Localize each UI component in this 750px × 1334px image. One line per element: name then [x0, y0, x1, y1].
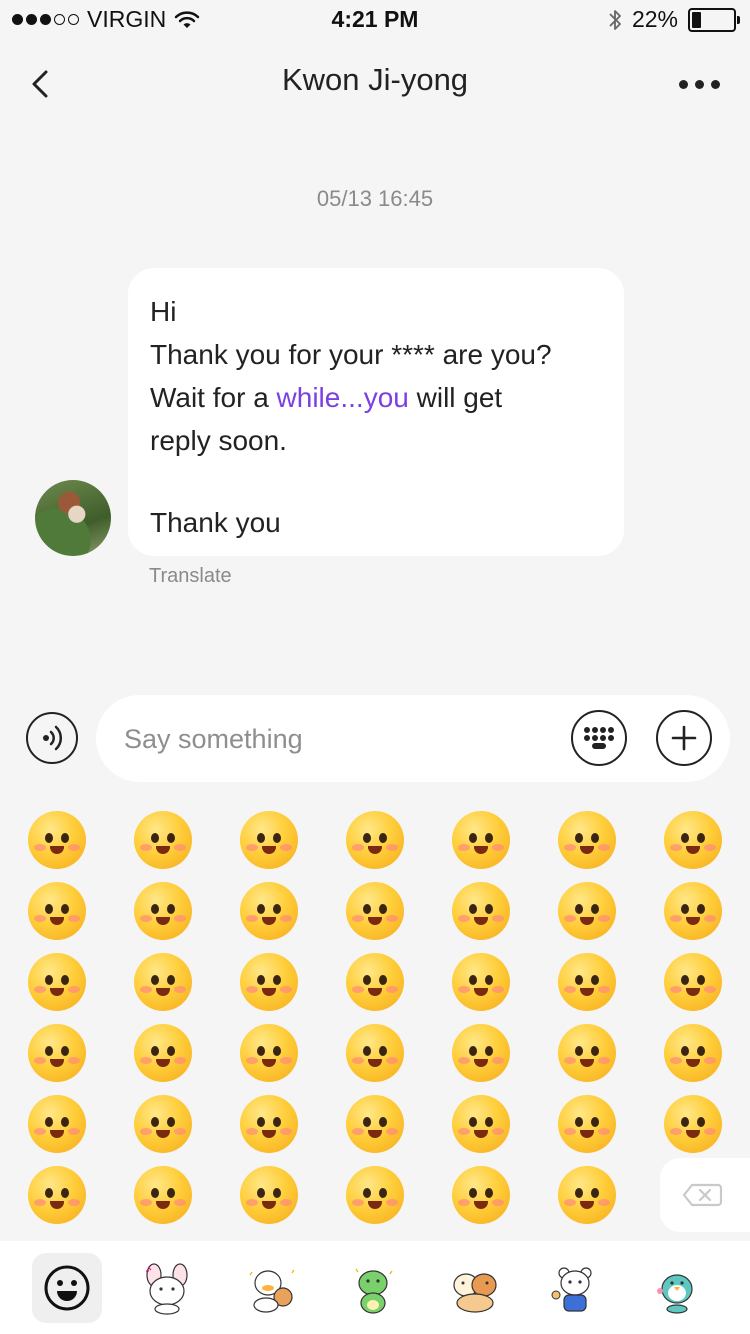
relieved-emoji-icon[interactable]	[134, 953, 192, 1011]
tab-dinosaur-stickers[interactable]	[338, 1253, 408, 1323]
bird-sticker-icon	[657, 1274, 693, 1314]
laughing-emoji-icon[interactable]	[28, 811, 86, 869]
navigation-bar: Kwon Ji-yong	[0, 40, 750, 128]
battery-percent: 22%	[631, 6, 678, 32]
sad-tear-emoji-icon[interactable]	[346, 811, 404, 869]
teary-emoji-icon[interactable]	[452, 811, 510, 869]
smiling-emoji-icon[interactable]	[452, 1166, 510, 1224]
winking-emoji-icon[interactable]	[28, 1024, 86, 1082]
contact-avatar[interactable]	[35, 480, 111, 556]
message-timestamp: 05/13 16:45	[316, 186, 434, 211]
annoyed-emoji-icon[interactable]	[664, 882, 722, 940]
chat-title: Kwon Ji-yong	[281, 62, 469, 97]
backspace-icon	[682, 1183, 723, 1207]
pleading-emoji-icon[interactable]	[558, 811, 616, 869]
laughing-emoji-icon[interactable]	[452, 953, 510, 1011]
message-line: Thank you for your **** are you?	[150, 339, 552, 370]
message-line: Thank you	[150, 507, 281, 538]
winking-emoji-icon[interactable]	[134, 1166, 192, 1224]
blushing-emoji-icon[interactable]	[452, 882, 510, 940]
tab-bird-stickers[interactable]	[642, 1253, 712, 1323]
bear-sticker-icon	[551, 1267, 592, 1312]
smiley-icon	[44, 1265, 90, 1311]
puppy-sticker-icon	[453, 1273, 497, 1313]
message-line: Wait for a while...you will get	[150, 382, 503, 413]
plus-icon	[671, 725, 697, 751]
heart-eyes-emoji-icon[interactable]	[240, 1024, 298, 1082]
delete-button[interactable]	[660, 1158, 750, 1232]
heart-eyes-emoji-icon[interactable]	[346, 882, 404, 940]
sad-tear-emoji-icon[interactable]	[28, 1095, 86, 1153]
translate-link[interactable]: Translate	[149, 565, 232, 588]
heart-eyes-emoji-icon[interactable]	[664, 811, 722, 869]
add-attachment-button[interactable]	[656, 710, 712, 766]
message-text: Hi Thank you for your **** are you? Wait…	[150, 290, 610, 544]
message-bubble[interactable]: Hi Thank you for your **** are you? Wait…	[128, 268, 624, 556]
teary-emoji-icon[interactable]	[28, 953, 86, 1011]
relieved-emoji-icon[interactable]	[346, 1166, 404, 1224]
wink-tongue-emoji-icon[interactable]	[240, 882, 298, 940]
wink-emoji-icon[interactable]	[346, 1095, 404, 1153]
winking-emoji-icon[interactable]	[134, 811, 192, 869]
tab-puppy-stickers[interactable]	[440, 1253, 510, 1323]
dinosaur-sticker-icon	[355, 1268, 393, 1314]
message-line: reply soon.	[150, 425, 287, 456]
angry-emoji-icon[interactable]	[346, 1024, 404, 1082]
tab-duck-stickers[interactable]	[236, 1253, 306, 1323]
keyboard-icon	[584, 727, 614, 749]
pleading-emoji-icon[interactable]	[240, 953, 298, 1011]
more-options-button[interactable]	[679, 70, 720, 99]
message-line: Hi	[150, 296, 177, 327]
ellipsis-icon	[679, 80, 688, 89]
message-input[interactable]	[122, 695, 546, 784]
emoji-grid	[0, 805, 750, 1235]
smirk-emoji-icon[interactable]	[346, 953, 404, 1011]
message-link[interactable]: while...you	[277, 382, 409, 413]
crying-emoji-icon[interactable]	[240, 1166, 298, 1224]
laughing-emoji-icon[interactable]	[664, 1095, 722, 1153]
message-input-container	[96, 695, 730, 784]
shocked-emoji-icon[interactable]	[134, 882, 192, 940]
relieved-emoji-icon[interactable]	[558, 1024, 616, 1082]
tab-bear-stickers[interactable]	[540, 1253, 610, 1323]
keyboard-toggle-button[interactable]	[571, 710, 627, 766]
bunny-sticker-icon	[146, 1263, 188, 1315]
angry-emoji-icon[interactable]	[664, 1024, 722, 1082]
tab-emoji[interactable]	[32, 1253, 102, 1323]
laughing-emoji-icon[interactable]	[134, 1095, 192, 1153]
voice-input-button[interactable]	[26, 712, 78, 764]
status-right: 22%	[608, 6, 740, 33]
surprised-emoji-icon[interactable]	[28, 882, 86, 940]
shocked-emoji-icon[interactable]	[664, 953, 722, 1011]
status-bar: VIRGIN 4:21 PM 22%	[0, 0, 750, 40]
battery-icon	[688, 7, 740, 32]
smirk-emoji-icon[interactable]	[28, 1166, 86, 1224]
bluetooth-icon	[609, 9, 621, 30]
sticker-tab-bar	[0, 1241, 750, 1334]
winking-tear-emoji-icon[interactable]	[240, 1095, 298, 1153]
smiling-emoji-icon[interactable]	[558, 953, 616, 1011]
crying-emoji-icon[interactable]	[240, 811, 298, 869]
smiling-emoji-icon[interactable]	[452, 1024, 510, 1082]
heart-eyes-emoji-icon[interactable]	[558, 1095, 616, 1153]
tab-bunny-stickers[interactable]	[132, 1253, 202, 1323]
shocked-emoji-icon[interactable]	[452, 1095, 510, 1153]
grinning-emoji-icon[interactable]	[558, 882, 616, 940]
duck-sticker-icon	[249, 1269, 295, 1313]
angry-emoji-icon[interactable]	[558, 1166, 616, 1224]
voice-icon	[43, 725, 63, 751]
smiling-emoji-icon[interactable]	[134, 1024, 192, 1082]
